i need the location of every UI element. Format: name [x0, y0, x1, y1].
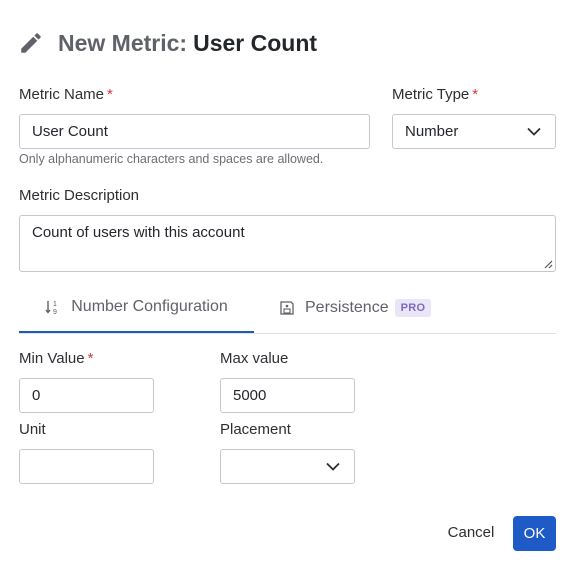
metric-name-value: User Count [32, 123, 108, 140]
sort-numeric-icon: 1 9 [45, 300, 57, 315]
save-icon [280, 300, 294, 315]
metric-description-value: Count of users with this account [32, 224, 245, 241]
ok-button[interactable]: OK [513, 516, 556, 551]
metric-type-label-text: Metric Type [392, 86, 470, 103]
max-value-value: 5000 [233, 387, 267, 404]
placement-select[interactable] [220, 449, 355, 484]
pencil-icon [21, 33, 41, 53]
metric-name-hint: Only alphanumeric characters and spaces … [19, 152, 324, 166]
min-value-label: Min Value * [19, 350, 93, 367]
metric-name-label: Metric Name * [19, 86, 113, 103]
title-metric-name: User Count [193, 29, 318, 56]
max-value-input[interactable]: 5000 [220, 378, 355, 413]
placement-label: Placement [220, 421, 291, 438]
tab-bar: 1 9 Number Configuration Persistence PRO [19, 282, 556, 334]
min-value-label-text: Min Value [19, 350, 85, 367]
dialog-title: New Metric: User Count [18, 28, 317, 58]
required-mark: * [87, 350, 94, 367]
tab-persistence-label: Persistence [305, 298, 389, 316]
pro-badge: PRO [394, 298, 432, 317]
metric-type-label: Metric Type * [392, 86, 478, 103]
chevron-down-icon [326, 462, 340, 471]
tab-persistence[interactable]: Persistence PRO [279, 282, 479, 333]
resize-handle-icon[interactable] [543, 259, 553, 269]
cancel-button[interactable]: Cancel [438, 516, 504, 548]
chevron-down-icon [527, 127, 541, 136]
metric-type-select[interactable]: Number [392, 114, 556, 149]
min-value-input[interactable]: 0 [19, 378, 154, 413]
svg-text:9: 9 [53, 309, 57, 315]
metric-type-value: Number [405, 123, 459, 140]
unit-label: Unit [19, 421, 46, 438]
svg-text:1: 1 [53, 301, 57, 308]
metric-name-input[interactable]: User Count [19, 114, 370, 149]
max-value-label: Max value [220, 350, 289, 367]
tab-number-configuration[interactable]: 1 9 Number Configuration [19, 282, 254, 333]
tab-number-configuration-label: Number Configuration [71, 297, 228, 315]
unit-input[interactable] [19, 449, 154, 484]
min-value-value: 0 [32, 387, 41, 404]
metric-description-label: Metric Description [19, 187, 140, 204]
title-prefix: New Metric: [58, 29, 188, 56]
required-mark: * [472, 86, 479, 103]
required-mark: * [107, 86, 113, 103]
metric-name-label-text: Metric Name [19, 86, 105, 103]
metric-description-textarea[interactable]: Count of users with this account [19, 215, 556, 272]
